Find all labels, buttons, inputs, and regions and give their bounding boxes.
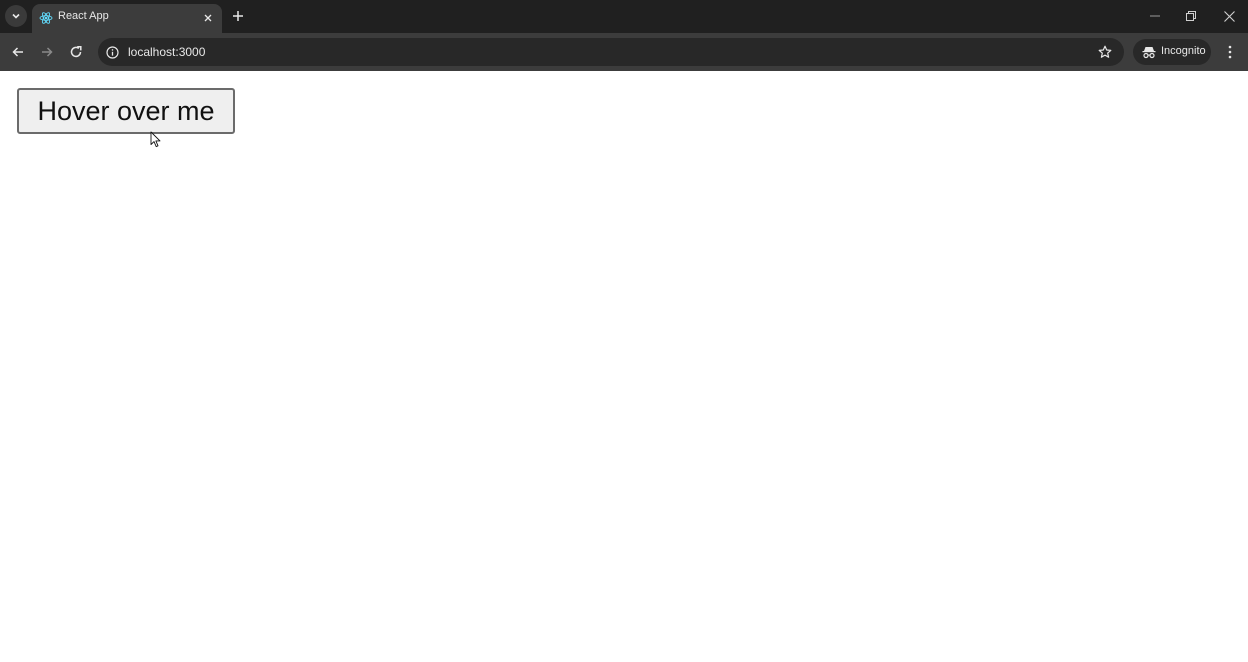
site-info-button[interactable] bbox=[104, 44, 120, 60]
react-logo-icon bbox=[39, 12, 53, 24]
new-tab-button[interactable] bbox=[228, 6, 248, 26]
mouse-cursor-icon bbox=[150, 131, 161, 148]
address-bar[interactable]: localhost:3000 bbox=[98, 38, 1124, 66]
url-text[interactable]: localhost:3000 bbox=[128, 45, 205, 59]
close-icon bbox=[204, 14, 212, 22]
restore-icon bbox=[1186, 11, 1196, 21]
close-icon bbox=[1223, 10, 1235, 22]
info-icon bbox=[105, 45, 119, 59]
bookmark-button[interactable] bbox=[1096, 43, 1114, 61]
tab-react-app[interactable]: React App bbox=[32, 4, 222, 33]
back-button[interactable] bbox=[7, 41, 29, 63]
chevron-down-icon bbox=[12, 13, 20, 19]
restore-button[interactable] bbox=[1176, 4, 1206, 28]
tab-strip: React App bbox=[0, 0, 1248, 33]
minimize-icon bbox=[1150, 15, 1160, 17]
arrow-left-icon bbox=[12, 47, 23, 57]
plus-icon bbox=[233, 11, 243, 21]
kebab-menu-icon bbox=[1228, 45, 1232, 59]
reload-button[interactable] bbox=[65, 41, 87, 63]
browser-menu-button[interactable] bbox=[1220, 41, 1240, 63]
browser-window: React App localhost:3000 Incognito Hover… bbox=[0, 0, 1248, 662]
forward-button[interactable] bbox=[36, 41, 58, 63]
page-content: Hover over me bbox=[0, 71, 1248, 662]
close-window-button[interactable] bbox=[1214, 4, 1244, 28]
tab-search-button[interactable] bbox=[5, 5, 27, 27]
browser-toolbar: localhost:3000 Incognito bbox=[0, 33, 1248, 71]
reload-icon bbox=[70, 46, 82, 58]
minimize-button[interactable] bbox=[1140, 4, 1170, 28]
incognito-profile-button[interactable]: Incognito bbox=[1133, 39, 1211, 65]
incognito-icon bbox=[1142, 47, 1156, 59]
star-icon bbox=[1098, 45, 1112, 58]
tab-close-button[interactable] bbox=[200, 10, 216, 26]
hover-button[interactable]: Hover over me bbox=[17, 88, 235, 134]
incognito-label: Incognito bbox=[1161, 45, 1206, 57]
arrow-right-icon bbox=[42, 47, 53, 57]
tab-title: React App bbox=[58, 10, 109, 22]
